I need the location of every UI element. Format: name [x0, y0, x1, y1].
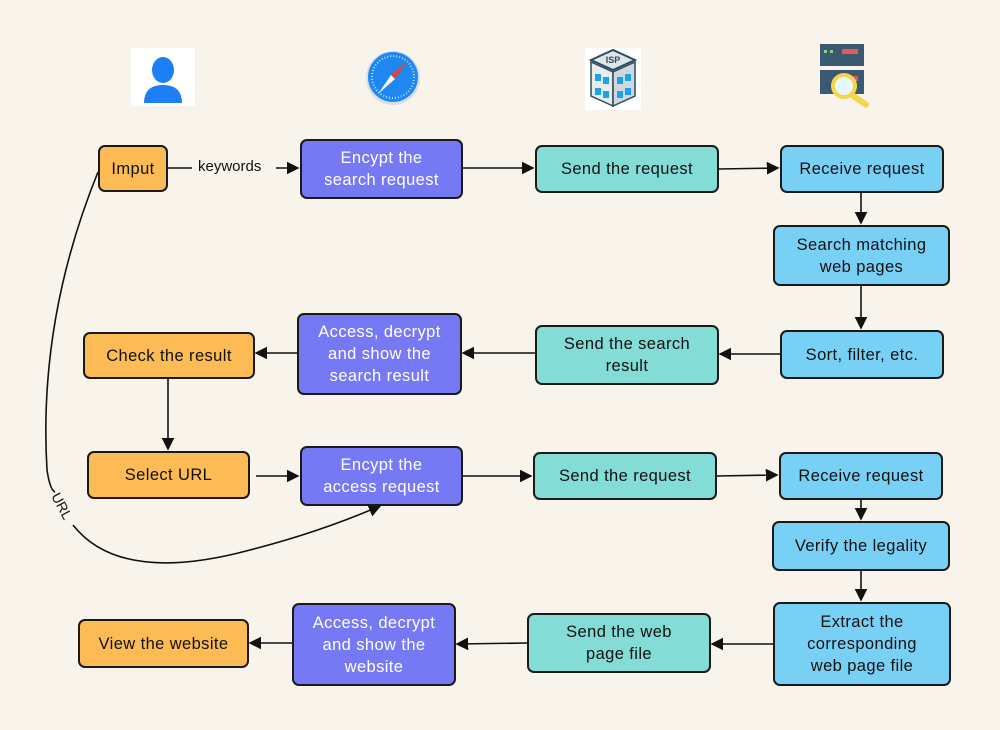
node-send-search-result: Send the search result	[535, 325, 719, 385]
node-select-url: Select URL	[87, 451, 250, 499]
url-curve-edge	[72, 504, 382, 564]
node-check-result: Check the result	[83, 332, 255, 379]
edge	[455, 637, 528, 651]
node-verify-legality: Verify the legality	[772, 521, 950, 571]
node-extract-page-file: Extract the corresponding web page file	[773, 602, 951, 686]
node-input: Imput	[98, 145, 168, 192]
edge	[717, 161, 780, 175]
node-receive-request-2: Receive request	[779, 452, 943, 500]
node-receive-request: Receive request	[780, 145, 944, 193]
node-send-request-2: Send the request	[533, 452, 717, 500]
node-show-website: Access, decrypt and show the website	[292, 603, 456, 686]
node-encrypt-access-request: Encypt the access request	[300, 446, 463, 506]
keywords-edge-label: keywords	[198, 158, 262, 175]
node-sort-filter: Sort, filter, etc.	[780, 330, 944, 379]
node-send-request: Send the request	[535, 145, 719, 193]
node-view-website: View the website	[78, 619, 249, 668]
node-send-page-file: Send the web page file	[527, 613, 711, 673]
edge	[715, 468, 779, 482]
node-encrypt-search-request: Encypt the search request	[300, 139, 463, 199]
node-show-search-result: Access, decrypt and show the search resu…	[297, 313, 462, 395]
node-search-matching-pages: Search matching web pages	[773, 225, 950, 286]
